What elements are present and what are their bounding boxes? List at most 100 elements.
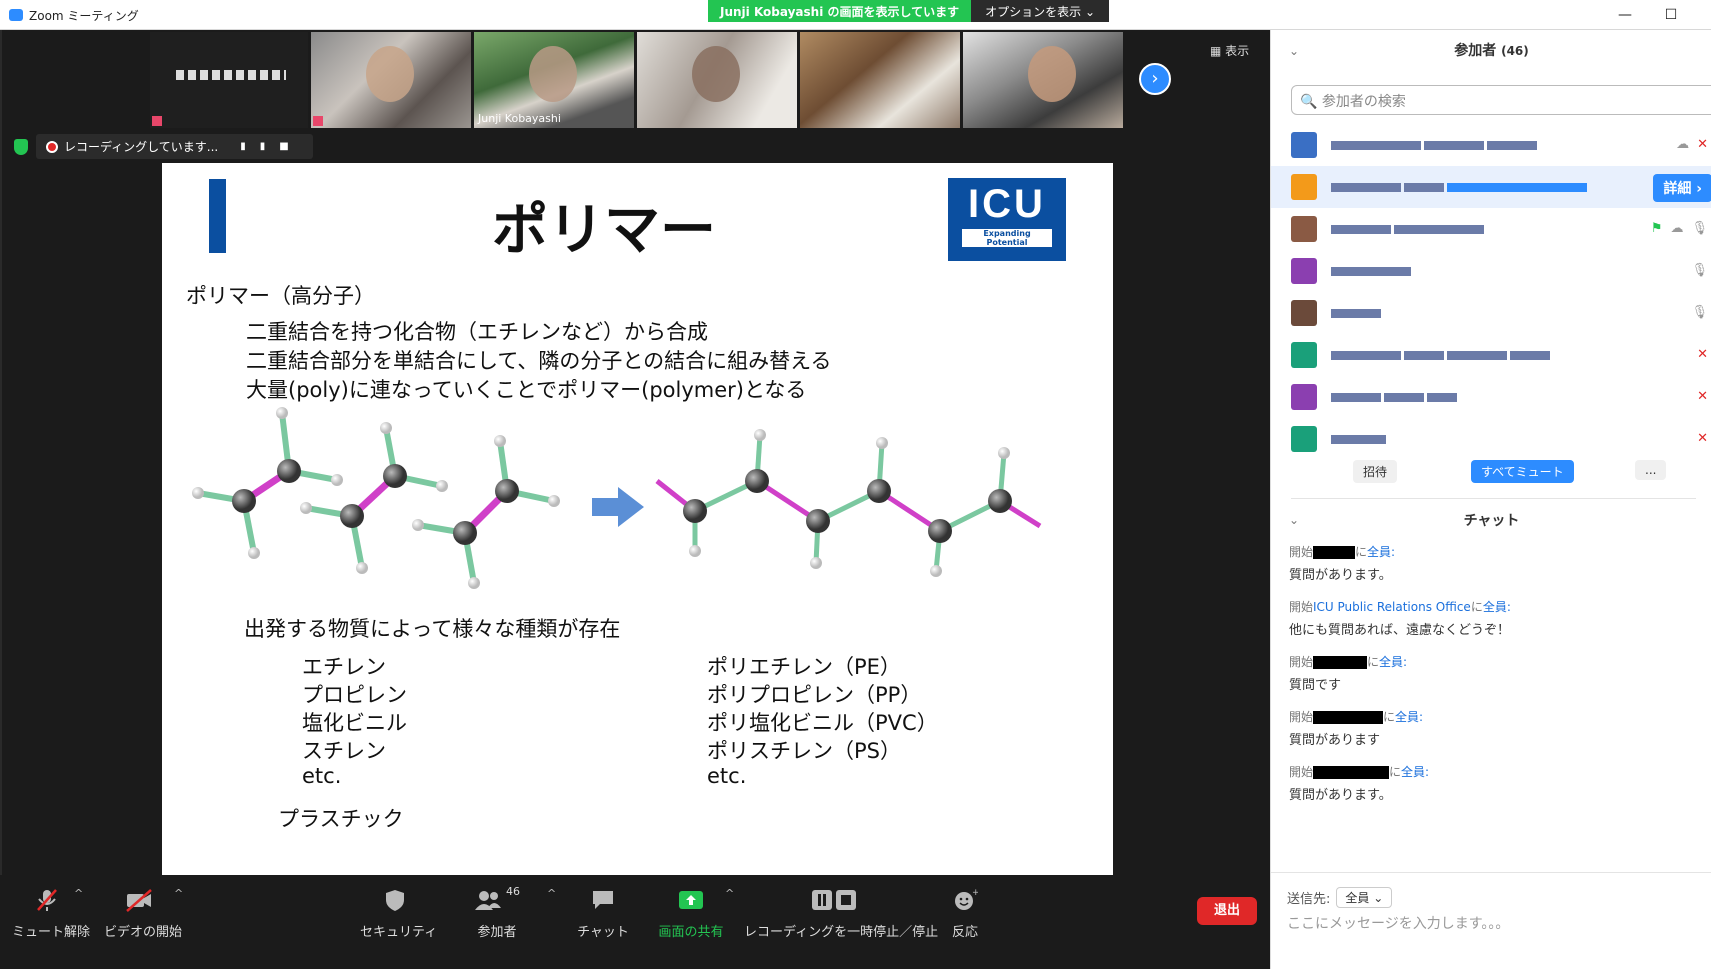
meeting-controls: ミュート解除 ^ ビデオの開始 ^ セキュリティ 46 参加者 ^ チャット 画… <box>0 875 1270 969</box>
mute-all-button[interactable]: すべてミュート <box>1471 460 1574 483</box>
msg-to-prefix: に <box>1389 765 1402 779</box>
slide-line: 大量(poly)に連なっていくことでポリマー(polymer)となる <box>246 378 807 402</box>
participant-name-redacted <box>1331 348 1621 362</box>
reactions-label: 反応 <box>951 925 978 940</box>
share-screen-button[interactable]: 画面の共有 <box>656 885 726 940</box>
chat-messages: 開始 に全員: 質問があります。 開始ICU Public Relations O… <box>1289 543 1699 818</box>
invite-button[interactable]: 招待 <box>1353 460 1398 483</box>
video-tile[interactable] <box>963 32 1123 128</box>
msg-sender[interactable]: ICU Public Relations Office <box>1313 600 1471 614</box>
chat-body: 質問があります。 <box>1289 788 1392 803</box>
more-button[interactable]: ... <box>1635 460 1667 480</box>
panel-divider <box>1291 498 1696 499</box>
chevron-up-icon[interactable]: ^ <box>174 887 183 900</box>
mic-muted-icon: ✕ <box>1697 389 1708 404</box>
cloud-record-icon <box>46 140 58 153</box>
shield-icon[interactable] <box>14 138 28 155</box>
participant-row[interactable]: ⚑ ☁ 🎙 <box>1271 208 1711 250</box>
chat-meta: 開始 に全員: <box>1289 543 1699 560</box>
shield-icon <box>386 890 404 911</box>
participant-row[interactable]: 🎙 <box>1271 292 1711 334</box>
participant-list: ☁ ✕ 詳細 › ⚑ ☁ 🎙 🎙 🎙 ✕ ✕ ✕ <box>1271 124 1711 460</box>
maximize-button[interactable]: ☐ <box>1656 4 1686 26</box>
recording-pause-stop-button[interactable]: レコーディングを一時停止／停止 <box>744 885 938 940</box>
msg-recipient[interactable]: 全員: <box>1379 655 1407 669</box>
polymer-item: ポリプロピレン（PP） <box>707 683 922 707</box>
participant-status-icons: ✕ <box>1697 389 1708 404</box>
participant-row[interactable]: ☁ ✕ <box>1271 124 1711 166</box>
chat-meta: 開始ICU Public Relations Officeに全員: <box>1289 598 1699 615</box>
chat-body: 質問があります <box>1289 733 1381 748</box>
msg-to-prefix: に <box>1355 545 1368 559</box>
side-panel: ⌄ 参加者 (46) 🔍 参加者の検索 ☁ ✕ 詳細 › ⚑ ☁ 🎙 🎙 🎙 ✕… <box>1270 30 1711 969</box>
share-options-button[interactable]: オプションを表示 ⌄ <box>971 0 1110 22</box>
meeting-stage: Junji Kobayashi › ▦ 表示 レコーディングしています... ▮… <box>0 30 1270 875</box>
participants-button[interactable]: 46 参加者 <box>462 885 532 940</box>
video-tile-active[interactable]: Junji Kobayashi <box>474 32 634 128</box>
chat-title: チャット <box>1463 513 1520 529</box>
msg-recipient[interactable]: 全員: <box>1395 710 1423 724</box>
ethylene-monomer <box>192 407 343 559</box>
avatar <box>1291 258 1317 284</box>
chevron-up-icon[interactable]: ^ <box>547 887 556 900</box>
mic-icon: 🎙 <box>1691 263 1708 278</box>
redacted-sender <box>1313 656 1368 669</box>
video-tile[interactable] <box>311 32 471 128</box>
chat-message: 開始 に全員: 質問があります <box>1289 708 1699 748</box>
svg-text:+: + <box>972 888 978 898</box>
participant-row[interactable]: ✕ <box>1271 376 1711 418</box>
msg-recipient[interactable]: 全員: <box>1401 765 1429 779</box>
chat-message: 開始 に全員: 質問があります。 <box>1289 763 1699 803</box>
chat-body: 他にも質問あれば、遠慮なくどうぞ！ <box>1289 623 1511 638</box>
msg-prefix: 開始 <box>1289 545 1314 559</box>
polymer-item: ポリスチレン（PS） <box>707 739 901 763</box>
window-title: Zoom ミーティング <box>29 9 139 23</box>
security-button[interactable]: セキュリティ <box>360 885 438 940</box>
participant-status-icons: ⚑ ☁ 🎙 <box>1651 221 1708 236</box>
send-to-select[interactable]: 全員 ⌄ <box>1336 887 1393 908</box>
chat-button[interactable]: チャット <box>568 885 638 940</box>
chevron-up-icon[interactable]: ^ <box>74 887 83 900</box>
minimize-button[interactable]: — <box>1610 4 1640 26</box>
chat-input[interactable]: ここにメッセージを入力します。。。 <box>1287 913 1509 933</box>
view-button[interactable]: ▦ 表示 <box>1210 42 1249 59</box>
chat-message: 開始ICU Public Relations Officeに全員: 他にも質問あ… <box>1289 598 1699 638</box>
participant-face <box>529 46 577 102</box>
reactions-button[interactable]: + 反応 <box>930 885 1000 940</box>
polymer-item: ポリ塩化ビニル（PVC） <box>707 711 938 735</box>
recording-indicator: レコーディングしています... ▮▮■ <box>36 134 313 159</box>
msg-recipient[interactable]: 全員: <box>1483 600 1511 614</box>
share-screen-icon <box>679 891 703 909</box>
zoom-icon <box>9 9 23 21</box>
leave-button[interactable]: 退出 <box>1197 897 1257 925</box>
msg-to-prefix: に <box>1367 655 1380 669</box>
avatar <box>1291 300 1317 326</box>
video-tile[interactable] <box>150 32 308 128</box>
participant-row[interactable]: 🎙 <box>1271 250 1711 292</box>
security-label: セキュリティ <box>360 925 438 940</box>
participant-row-highlighted[interactable]: 詳細 › <box>1271 166 1711 208</box>
gallery-next-icon[interactable]: › <box>1139 63 1171 95</box>
participant-search-input[interactable]: 🔍 参加者の検索 <box>1291 85 1711 115</box>
msg-recipient[interactable]: 全員: <box>1367 545 1395 559</box>
share-banner: Junji Kobayashi の画面を表示しています オプションを表示 ⌄ <box>708 0 1110 22</box>
chat-meta: 開始 に全員: <box>1289 653 1699 670</box>
video-tile[interactable] <box>800 32 960 128</box>
avatar <box>1291 216 1317 242</box>
recording-controls[interactable]: ▮▮■ <box>240 141 302 152</box>
slide-heading: ポリマー（高分子） <box>186 284 375 308</box>
participant-status-icons: ✕ <box>1697 431 1708 446</box>
detail-button[interactable]: 詳細 › <box>1653 174 1711 202</box>
participant-name-redacted <box>1331 222 1621 236</box>
video-tile[interactable] <box>637 32 797 128</box>
flag-icon: ⚑ <box>1650 221 1663 236</box>
start-video-button[interactable]: ビデオの開始 <box>104 885 182 940</box>
participant-status-icons: 🎙 <box>1691 305 1708 320</box>
participant-row[interactable]: ✕ <box>1271 334 1711 376</box>
avatar <box>1291 342 1317 368</box>
unmute-button[interactable]: ミュート解除 <box>12 885 90 940</box>
chevron-up-icon[interactable]: ^ <box>725 887 734 900</box>
participants-icon <box>475 891 501 910</box>
avatar <box>1291 174 1317 200</box>
participant-row[interactable]: ✕ <box>1271 418 1711 460</box>
